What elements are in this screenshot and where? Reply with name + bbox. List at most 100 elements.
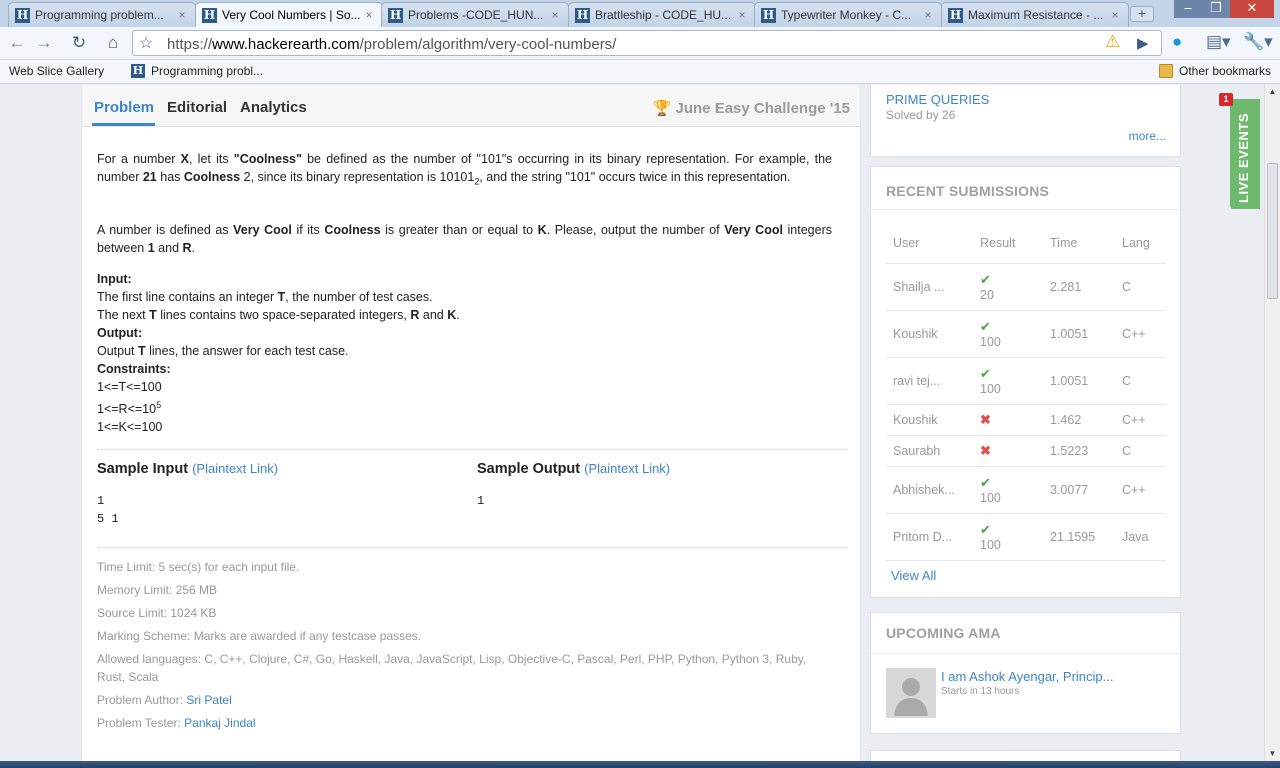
table-row[interactable]: Shailja ... ✔ 20 2.281 C xyxy=(886,263,1166,311)
home-icon[interactable]: ⌂ xyxy=(100,31,126,55)
other-bookmarks[interactable]: Other bookmarks xyxy=(1159,64,1271,78)
next-card xyxy=(870,750,1181,761)
close-window-icon[interactable]: ✕ xyxy=(1230,0,1274,18)
recent-submissions-card: RECENT SUBMISSIONS User Result Time Lang… xyxy=(870,166,1181,598)
card-divider xyxy=(871,209,1180,210)
check-icon: ✔ xyxy=(980,474,991,490)
tab-editorial[interactable]: Editorial xyxy=(167,99,227,116)
output-heading: Output: xyxy=(97,326,143,340)
table-row[interactable]: Koushik ✔ 100 1.0051 C++ xyxy=(886,310,1166,358)
result-cell: ✔ 20 xyxy=(973,263,1043,311)
problem-panel: Problem Editorial Analytics 🏆 June Easy … xyxy=(81,85,861,761)
author-link[interactable]: Sri Patel xyxy=(186,693,231,707)
col-result: Result xyxy=(973,223,1043,264)
warning-icon[interactable]: ⚠ xyxy=(1105,32,1120,52)
cross-icon: ✖ xyxy=(980,411,991,427)
url-text: https://www.hackerearth.com/problem/algo… xyxy=(167,36,617,53)
play-icon[interactable]: ▶ xyxy=(1137,34,1149,52)
browser-tabbar: H Programming problem... × H Very Cool N… xyxy=(0,0,1280,27)
contest-link[interactable]: 🏆 June Easy Challenge '15 xyxy=(653,99,850,117)
sample-input-plaintext-link[interactable]: (Plaintext Link) xyxy=(192,461,278,476)
check-icon: ✔ xyxy=(980,318,991,334)
table-row[interactable]: Abhishek... ✔ 100 3.0077 C++ xyxy=(886,466,1166,514)
tab-title: Typewriter Monkey - C... xyxy=(781,8,912,22)
contest-name: June Easy Challenge '15 xyxy=(675,100,850,117)
user-cell: Saurabh xyxy=(886,435,973,467)
table-row[interactable]: Koushik ✖ 1.462 C++ xyxy=(886,404,1166,436)
bookmark-star-icon[interactable]: ☆ xyxy=(139,33,153,53)
browser-toolbar: ← → ↻ ⌂ ☆ https://www.hackerearth.com/pr… xyxy=(0,27,1280,60)
table-row[interactable]: ravi tej... ✔ 100 1.0051 C xyxy=(886,357,1166,405)
close-tab-icon[interactable]: × xyxy=(548,8,562,22)
browser-tab[interactable]: H Typewriter Monkey - C... × xyxy=(754,2,942,27)
bookmark-web-slice-gallery[interactable]: Web Slice Gallery xyxy=(9,64,105,163)
prime-queries-link[interactable]: PRIME QUERIES xyxy=(886,92,989,107)
ama-headline-link[interactable]: I am Ashok Ayengar, Princip... xyxy=(941,669,1113,684)
close-tab-icon[interactable]: × xyxy=(362,8,376,22)
time-cell: 1.0051 xyxy=(1043,310,1115,358)
close-tab-icon[interactable]: × xyxy=(921,8,935,22)
col-user: User xyxy=(886,223,973,264)
tab-analytics[interactable]: Analytics xyxy=(240,99,307,116)
time-cell: 21.1595 xyxy=(1043,513,1115,561)
back-icon[interactable]: ← xyxy=(4,31,30,55)
sample-output-plaintext-link[interactable]: (Plaintext Link) xyxy=(584,461,670,476)
trophy-icon: 🏆 xyxy=(652,100,672,117)
browser-tab[interactable]: H Brattleship - CODE_HU... × xyxy=(568,2,756,27)
user-cell: Koushik xyxy=(886,404,973,436)
check-icon: ✔ xyxy=(980,521,991,537)
person-icon xyxy=(894,678,928,716)
table-row[interactable]: Pritom D... ✔ 100 21.1595 Java xyxy=(886,513,1166,561)
ama-start-time: Starts in 13 hours xyxy=(941,686,1020,697)
scrollbar-thumb[interactable] xyxy=(1267,163,1278,299)
more-link[interactable]: more... xyxy=(1129,129,1166,143)
time-limit: Time Limit: 5 sec(s) for each input file… xyxy=(97,560,300,574)
tab-title: Brattleship - CODE_HU... xyxy=(595,8,732,22)
live-events-tab[interactable]: LIVE EVENTS xyxy=(1230,99,1260,209)
browser-tab[interactable]: H Problems -CODE_HUN... × xyxy=(381,2,569,27)
tester-link[interactable]: Pankaj Jindal xyxy=(184,716,255,730)
problem-author: Problem Author: Sri Patel xyxy=(97,693,232,707)
time-cell: 1.5223 xyxy=(1043,435,1115,467)
related-problems-card: PRIME QUERIES Solved by 26 more... xyxy=(870,85,1181,157)
bookmark-label: Web Slice Gallery xyxy=(9,64,105,78)
table-row[interactable]: Saurabh ✖ 1.5223 C xyxy=(886,435,1166,467)
bookmark-label: Programming probl... xyxy=(151,64,264,78)
close-tab-icon[interactable]: × xyxy=(1108,8,1122,22)
divider xyxy=(97,449,847,450)
os-taskbar xyxy=(0,761,1280,768)
sample-input-line-1: 1 xyxy=(97,494,105,508)
browser-tab[interactable]: H Maximum Resistance - ... × xyxy=(941,2,1129,27)
minimize-window-icon[interactable]: – xyxy=(1174,0,1202,18)
tab-problem[interactable]: Problem xyxy=(94,99,154,116)
submissions-table: User Result Time Lang Shailja ... ✔ 20 2.… xyxy=(886,223,1166,561)
time-cell: 2.281 xyxy=(1043,263,1115,311)
time-cell: 3.0077 xyxy=(1043,466,1115,514)
browser-tab-active[interactable]: H Very Cool Numbers | So... × xyxy=(195,2,383,27)
forward-icon[interactable]: → xyxy=(31,31,57,55)
page-menu-icon[interactable]: ▤▾ xyxy=(1206,32,1231,52)
live-events-label: LIVE EVENTS xyxy=(1236,112,1251,203)
avatar[interactable] xyxy=(886,668,936,718)
restore-window-icon[interactable]: ❐ xyxy=(1202,0,1230,18)
skype-icon[interactable]: ● xyxy=(1172,32,1182,52)
upcoming-ama-title: UPCOMING AMA xyxy=(886,625,1001,641)
new-tab-button[interactable]: + xyxy=(1130,6,1154,22)
folder-icon xyxy=(1159,64,1173,78)
browser-tab[interactable]: H Programming problem... × xyxy=(8,2,196,27)
page-scrollbar[interactable]: ▲ ▼ xyxy=(1264,85,1280,761)
scroll-up-icon[interactable]: ▲ xyxy=(1265,85,1280,99)
sample-input-title: Sample Input (Plaintext Link) xyxy=(97,461,279,477)
bookmark-programming-problems[interactable]: H Programming probl... xyxy=(131,64,263,78)
col-lang: Lang xyxy=(1115,223,1166,264)
time-cell: 1.462 xyxy=(1043,404,1115,436)
user-cell: Pritom D... xyxy=(886,513,973,561)
view-all-link[interactable]: View All xyxy=(891,568,936,583)
reload-icon[interactable]: ↻ xyxy=(66,31,92,55)
close-tab-icon[interactable]: × xyxy=(735,8,749,22)
col-time: Time xyxy=(1043,223,1115,264)
address-bar[interactable]: ☆ https://www.hackerearth.com/problem/al… xyxy=(132,30,1162,56)
close-tab-icon[interactable]: × xyxy=(175,8,189,22)
wrench-menu-icon[interactable]: 🔧▾ xyxy=(1243,32,1273,52)
scroll-down-icon[interactable]: ▼ xyxy=(1265,747,1280,761)
